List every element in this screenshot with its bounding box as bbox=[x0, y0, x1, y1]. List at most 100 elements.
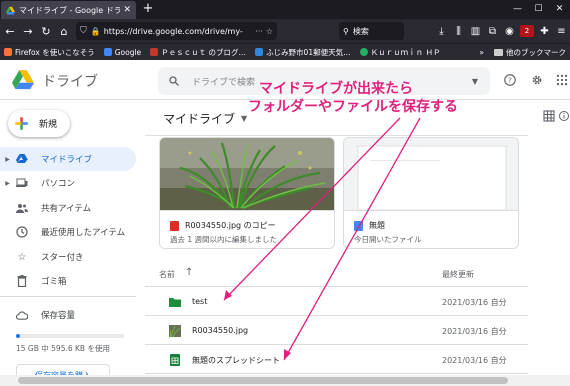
cloud-icon bbox=[16, 309, 28, 321]
new-tab-icon[interactable]: + bbox=[141, 1, 155, 18]
bookmark-item[interactable]: Firefox を使いこなそう bbox=[4, 47, 95, 58]
library-icon[interactable]: ⫼ bbox=[450, 26, 467, 37]
spreadsheet-icon bbox=[170, 354, 180, 366]
file-name: R0034550.jpg bbox=[192, 326, 249, 335]
reload-icon[interactable]: ↻ bbox=[38, 25, 54, 38]
browser-tab[interactable]: マイドライブ - Google ドライブ ✕ bbox=[1, 1, 136, 19]
image-thumbnail bbox=[160, 138, 334, 210]
weather-icon bbox=[255, 48, 264, 56]
sidebar-item-shared[interactable]: 共有アイテム bbox=[0, 196, 136, 220]
chevron-right-icon[interactable]: » bbox=[479, 48, 484, 57]
view-tools bbox=[535, 101, 570, 131]
drive-icon bbox=[16, 153, 28, 165]
tab-close-icon[interactable]: ✕ bbox=[123, 5, 131, 15]
sidebar-item-trash[interactable]: ゴミ箱 bbox=[0, 269, 136, 293]
expand-caret-icon[interactable]: ▶ bbox=[3, 156, 12, 163]
suggested-file-card[interactable]: 無題 今日開いたファイル bbox=[343, 137, 519, 249]
page-actions-icon[interactable]: ··· bbox=[255, 27, 263, 36]
url-text[interactable]: https://drive.google.com/drive/my- bbox=[104, 27, 252, 36]
sidebar-item-label: マイドライブ bbox=[41, 155, 93, 165]
people-icon bbox=[16, 202, 28, 214]
image-file-icon bbox=[170, 220, 179, 231]
plus-icon bbox=[15, 117, 28, 130]
grid-view-icon[interactable] bbox=[543, 110, 555, 122]
file-row[interactable]: R0034550.jpg 2021/03/16 自分 bbox=[145, 317, 528, 345]
sidebar-item-starred[interactable]: ☆ スター付き bbox=[0, 245, 136, 269]
sidebar-icon[interactable]: ▥ bbox=[467, 26, 484, 37]
sidebar-item-computers[interactable]: ▶ パソコン bbox=[0, 171, 136, 195]
new-button[interactable]: 新規 bbox=[8, 110, 70, 137]
apps-grid-icon[interactable] bbox=[555, 73, 569, 87]
new-button-label: 新規 bbox=[39, 120, 58, 130]
maximize-icon[interactable]: ☐ bbox=[528, 0, 549, 19]
sidebar-item-storage[interactable]: 保存容量 bbox=[0, 303, 136, 327]
expand-caret-icon[interactable]: ▶ bbox=[3, 180, 12, 187]
sidebar-item-label: ゴミ箱 bbox=[41, 277, 67, 287]
page-title-label: マイドライブ bbox=[163, 112, 236, 126]
bookmark-item[interactable]: Google bbox=[103, 48, 141, 57]
other-bookmarks[interactable]: » 他のブックマーク bbox=[479, 44, 566, 61]
search-icon[interactable] bbox=[168, 75, 180, 87]
bookmark-item[interactable]: Ｐｅｓｃｕｔ のブログ… bbox=[150, 47, 246, 58]
bookmarks-bar: Firefox を使いこなそう Google Ｐｅｓｃｕｔ のブログ… ふじみ野… bbox=[0, 43, 570, 60]
drive-logo-icon[interactable] bbox=[12, 70, 34, 90]
document-thumbnail bbox=[344, 138, 518, 210]
home-icon[interactable]: ⌂ bbox=[56, 25, 72, 38]
extension-badge[interactable]: 2 bbox=[520, 25, 534, 37]
close-window-icon[interactable]: ✕ bbox=[549, 0, 570, 19]
drive-favicon-icon bbox=[6, 6, 15, 15]
extensions-icon[interactable]: ✚ bbox=[536, 26, 553, 37]
minimize-icon[interactable]: — bbox=[507, 0, 528, 19]
file-row[interactable]: test 2021/03/16 自分 bbox=[145, 288, 528, 316]
bookmark-star-icon[interactable]: ☆ bbox=[266, 27, 273, 36]
account-icon[interactable]: ◉ bbox=[501, 26, 518, 37]
storage-progress-fill bbox=[16, 334, 21, 338]
modified-column-header[interactable]: 最終更新 bbox=[442, 269, 474, 280]
bookmark-item[interactable]: ふじみ野市01郵便天気… bbox=[255, 47, 351, 58]
scrollbar-thumb[interactable] bbox=[18, 377, 508, 384]
shield-icon[interactable]: ⛉ bbox=[80, 26, 87, 36]
suggested-file-card[interactable]: R0034550.jpg のコピー 過去 1 週間以内に編集しました bbox=[159, 137, 335, 249]
forward-icon[interactable]: → bbox=[20, 25, 36, 38]
storage-progress-bar bbox=[16, 334, 124, 338]
name-column-header[interactable]: 名前 bbox=[159, 269, 175, 280]
lock-icon[interactable]: 🔒 bbox=[91, 27, 101, 36]
sidebar-item-label: 最近使用したアイテム bbox=[41, 228, 126, 238]
image-file-icon bbox=[169, 325, 181, 337]
settings-gear-icon[interactable] bbox=[530, 73, 544, 87]
download-icon[interactable]: ⤓ bbox=[433, 26, 450, 37]
page-title[interactable]: マイドライブ ▼ bbox=[163, 110, 247, 127]
folder-icon bbox=[169, 298, 181, 307]
sidebar-item-my-drive[interactable]: ▶ マイドライブ bbox=[0, 147, 136, 171]
file-modified: 2021/03/16 自分 bbox=[442, 356, 507, 365]
file-list-header: 名前 ↑ 最終更新 bbox=[145, 259, 528, 287]
document-file-icon bbox=[354, 220, 363, 231]
bookmark-item[interactable]: Ｋｕｒｕｍｉｎ ＨＰ bbox=[359, 47, 441, 58]
annotation-line-1: マイドライブが出来たら bbox=[259, 81, 413, 97]
back-icon[interactable]: ← bbox=[2, 25, 18, 38]
globe-icon bbox=[359, 48, 368, 56]
main-content: マイドライブ ▼ R0034550.jpg のコピー 過去 1 週間以内に編集し… bbox=[145, 101, 530, 386]
card-name: R0034550.jpg のコピー bbox=[170, 220, 276, 231]
folder-icon bbox=[494, 49, 503, 56]
file-row[interactable]: 無題のスプレッドシート 2021/03/16 自分 bbox=[145, 346, 528, 374]
sidebar-item-recent[interactable]: 最近使用したアイテム bbox=[0, 220, 136, 244]
card-subtitle: 今日開いたファイル bbox=[354, 235, 422, 244]
browser-search-box[interactable]: ⚲ 検索 bbox=[339, 22, 404, 40]
info-icon[interactable] bbox=[558, 110, 570, 122]
url-bar[interactable]: ⛉ 🔒 https://drive.google.com/drive/my- ·… bbox=[76, 22, 277, 40]
sidebar-divider bbox=[0, 296, 136, 297]
chevron-down-icon[interactable]: ▼ bbox=[241, 114, 247, 123]
svg-text:?: ? bbox=[508, 77, 512, 85]
app-name[interactable]: ドライブ bbox=[42, 71, 98, 91]
help-icon[interactable]: ? bbox=[503, 73, 517, 87]
sort-arrow-up-icon[interactable]: ↑ bbox=[185, 267, 193, 278]
screenshot-icon[interactable]: ⧉ bbox=[484, 26, 501, 37]
storage-usage-text: 15 GB 中 595.6 KB を使用 bbox=[16, 344, 110, 353]
sidebar-item-label: パソコン bbox=[41, 179, 76, 189]
horizontal-scrollbar[interactable] bbox=[0, 375, 570, 386]
search-options-icon[interactable]: ▼ bbox=[472, 77, 478, 86]
toolbar-right: ⤓ ⫼ ▥ ⧉ ◉ 2 ✚ ≡ bbox=[433, 19, 570, 43]
sidebar-item-label: スター付き bbox=[41, 253, 84, 263]
menu-icon[interactable]: ≡ bbox=[553, 26, 570, 37]
